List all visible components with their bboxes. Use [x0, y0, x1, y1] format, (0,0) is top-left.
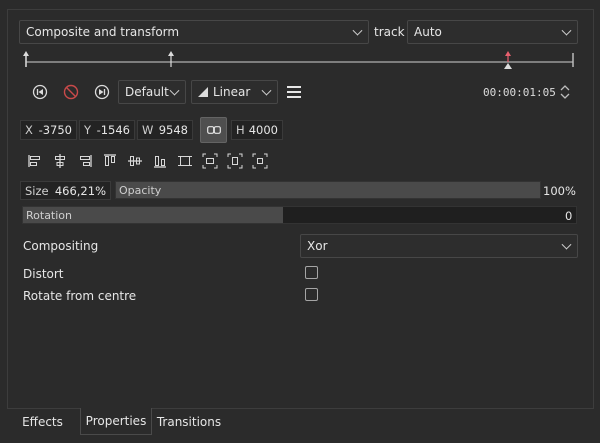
align-bottom-icon[interactable] — [152, 153, 168, 169]
fit-width-icon[interactable] — [202, 153, 218, 169]
w-label: W — [142, 123, 154, 137]
rotation-slider[interactable]: Rotation — [22, 206, 577, 224]
timecode-spinner[interactable] — [558, 82, 572, 102]
tab-effects[interactable]: Effects — [17, 408, 68, 435]
opacity-slider[interactable]: Opacity — [115, 181, 541, 199]
height-field[interactable]: H 4000 — [231, 120, 283, 140]
w-value: 9548 — [158, 123, 188, 137]
chevron-down-icon — [352, 25, 363, 36]
chevron-down-icon — [261, 85, 272, 96]
width-field[interactable]: W 9548 — [137, 120, 193, 140]
distort-checkbox[interactable] — [305, 266, 318, 279]
y-position-field[interactable]: Y -1546 — [79, 120, 135, 140]
x-value: -3750 — [38, 123, 72, 137]
h-label: H — [236, 123, 245, 137]
y-label: Y — [84, 123, 92, 137]
original-size-icon[interactable] — [252, 153, 268, 169]
up-down-arrows-icon — [560, 85, 570, 99]
compositing-dropdown[interactable]: Xor — [300, 234, 578, 258]
align-left-icon[interactable] — [27, 153, 43, 169]
rotation-label: Rotation — [26, 209, 73, 222]
x-label: X — [25, 123, 33, 137]
fit-to-frame-icon[interactable] — [177, 153, 193, 169]
keyframe-menu-button[interactable] — [285, 83, 303, 101]
keyframe-marker[interactable] — [23, 51, 29, 67]
align-vertical-center-icon[interactable] — [127, 153, 143, 169]
distort-label: Distort — [23, 267, 64, 281]
interpolation-curve-value: Linear — [213, 85, 251, 99]
fit-height-icon[interactable] — [227, 153, 243, 169]
size-value: 466,21% — [54, 183, 106, 198]
remove-keyframe-button[interactable] — [62, 83, 80, 101]
chain-link-icon — [206, 126, 221, 134]
chevron-down-icon — [561, 25, 572, 36]
track-selector-value: Auto — [414, 25, 442, 39]
chevron-down-icon — [561, 239, 572, 250]
lock-aspect-ratio-button[interactable] — [200, 117, 227, 143]
previous-keyframe-icon — [32, 84, 48, 100]
playhead-marker — [504, 63, 512, 69]
effect-selector-dropdown[interactable]: Composite and transform — [19, 20, 369, 44]
align-right-icon[interactable] — [77, 153, 93, 169]
previous-keyframe-button[interactable] — [31, 83, 49, 101]
compositing-value: Xor — [307, 239, 328, 253]
x-position-field[interactable]: X -3750 — [20, 120, 77, 140]
track-selector-dropdown[interactable]: Auto — [407, 20, 578, 44]
track-label: track — [374, 25, 405, 39]
interpolation-default-value: Default — [125, 85, 169, 99]
rotation-value: 0 — [565, 209, 573, 223]
effect-selector-value: Composite and transform — [26, 25, 180, 39]
keyframe-marker[interactable] — [168, 51, 174, 67]
opacity-value[interactable]: 100% — [543, 184, 576, 198]
compositing-label: Compositing — [23, 239, 99, 253]
h-value: 4000 — [248, 123, 278, 137]
hamburger-menu-icon — [287, 86, 301, 98]
align-top-icon[interactable] — [102, 153, 118, 169]
alignment-toolbar — [27, 153, 268, 169]
opacity-label: Opacity — [119, 184, 162, 197]
linear-curve-icon — [198, 87, 208, 97]
opacity-slider-fill — [116, 182, 540, 198]
keyframe-timeline[interactable] — [19, 48, 581, 70]
next-keyframe-button[interactable] — [93, 83, 111, 101]
chevron-down-icon — [169, 85, 180, 96]
tab-properties[interactable]: Properties — [80, 408, 152, 435]
timecode-display[interactable]: 00:00:01:05 — [483, 86, 556, 99]
keyframe-marker-selected[interactable] — [505, 51, 511, 62]
size-label: Size — [25, 183, 49, 198]
interpolation-curve-dropdown[interactable]: Linear — [191, 80, 278, 104]
interpolation-default-dropdown[interactable]: Default — [118, 80, 186, 104]
align-horizontal-center-icon[interactable] — [52, 153, 68, 169]
next-keyframe-icon — [94, 84, 110, 100]
size-field[interactable]: Size 466,21% — [20, 181, 111, 200]
y-value: -1546 — [96, 123, 130, 137]
no-entry-icon — [63, 84, 79, 100]
rotate-from-centre-checkbox[interactable] — [305, 288, 318, 301]
rotate-from-centre-label: Rotate from centre — [23, 289, 137, 303]
tab-transitions[interactable]: Transitions — [155, 408, 223, 435]
